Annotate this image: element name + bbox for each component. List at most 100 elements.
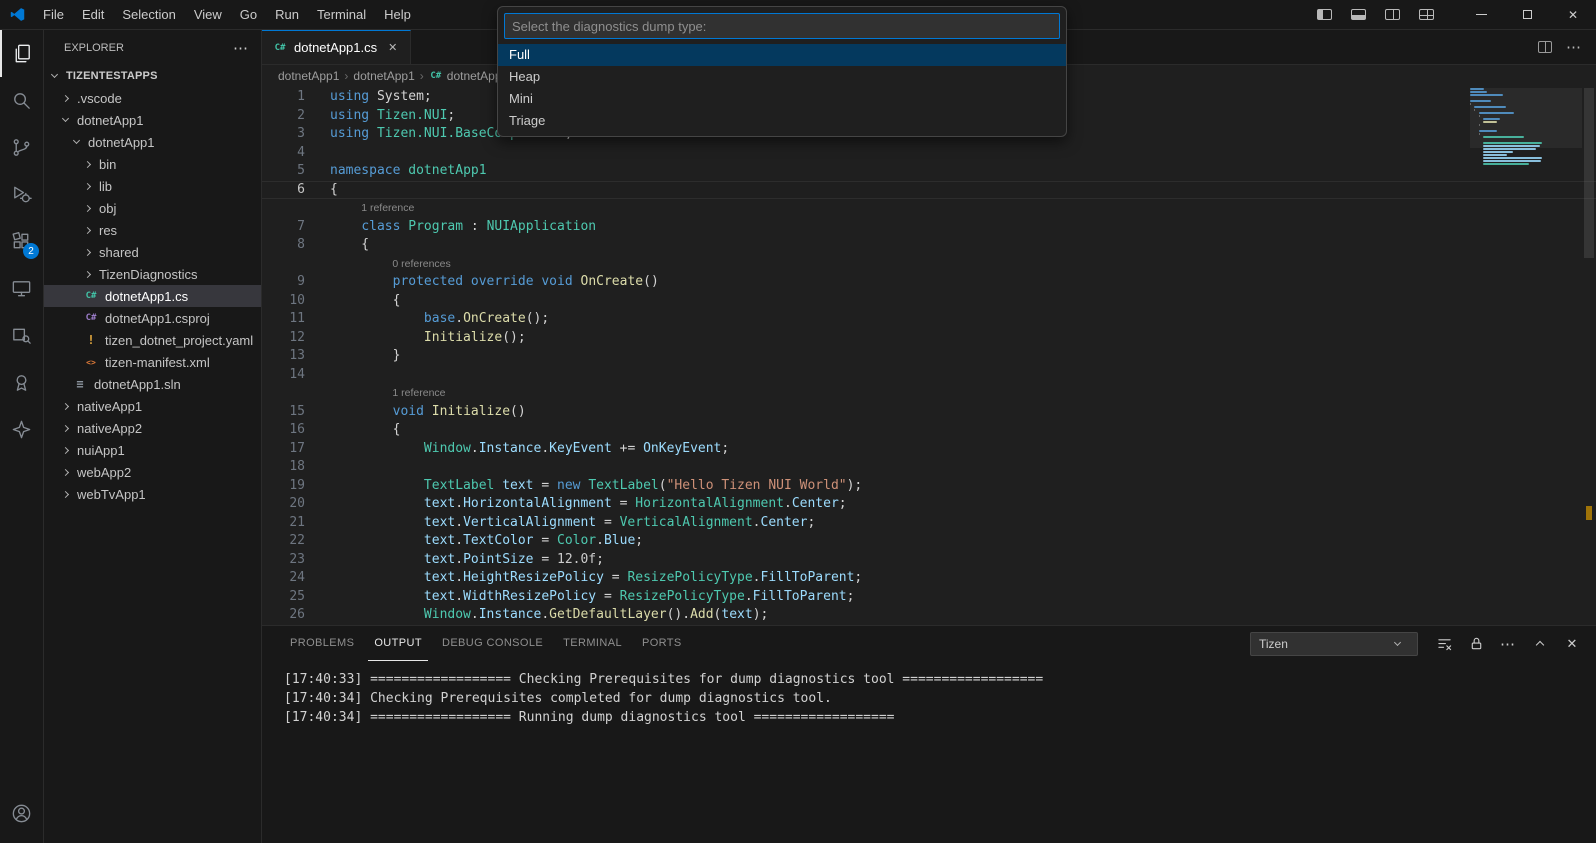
quickpick-item-full[interactable]: Full	[498, 44, 1066, 66]
tree-item-dotnetapp1-sln[interactable]: dotnetApp1.sln	[44, 373, 261, 395]
panel-tab-problems[interactable]: PROBLEMS	[284, 626, 360, 661]
output-channel-select[interactable]: Tizen	[1250, 632, 1418, 656]
menu-item-help[interactable]: Help	[375, 0, 420, 30]
panel-tab-output[interactable]: OUTPUT	[368, 626, 428, 661]
tree-item-label: dotnetApp1.sln	[94, 377, 181, 392]
panel-tab-terminal[interactable]: TERMINAL	[557, 626, 628, 661]
tree-item-bin[interactable]: bin	[44, 153, 261, 175]
toggle-secondary-sidebar-icon[interactable]	[1382, 5, 1402, 25]
explorer-sidebar: EXPLORER ⋯ TIZENTESTAPPS.vscodedotnetApp…	[44, 30, 262, 843]
output-log[interactable]: [17:40:33] ================== Checking P…	[262, 661, 1596, 727]
tree-item-obj[interactable]: obj	[44, 197, 261, 219]
clear-output-button[interactable]	[1434, 634, 1454, 654]
toggle-sidebar-icon[interactable]	[1314, 5, 1334, 25]
chevron-down-icon	[1394, 639, 1401, 646]
tree-item-label: nativeApp2	[77, 421, 142, 436]
lock-autoscroll-button[interactable]	[1466, 634, 1486, 654]
activity-bar: 2	[0, 30, 44, 843]
activity-item-run-debug[interactable]	[0, 171, 43, 218]
breadcrumb-separator-icon: ›	[420, 69, 424, 83]
tree-item-shared[interactable]: shared	[44, 241, 261, 263]
menubar: FileEditSelectionViewGoRunTerminalHelp	[34, 0, 420, 30]
panel-more-actions-icon[interactable]: ⋯	[1498, 634, 1518, 654]
tree-item-tizen-manifest-xml[interactable]: tizen-manifest.xml	[44, 351, 261, 373]
code-editor[interactable]: 1using System;2using Tizen.NUI;3using Ti…	[262, 88, 1596, 625]
tree-item-res[interactable]: res	[44, 219, 261, 241]
tree-item-label: tizen-manifest.xml	[105, 355, 210, 370]
explorer-more-actions-icon[interactable]: ⋯	[233, 39, 249, 57]
tree-item-vscode[interactable]: .vscode	[44, 87, 261, 109]
menu-item-selection[interactable]: Selection	[113, 0, 184, 30]
activity-item-extensions[interactable]: 2	[0, 218, 43, 265]
maximize-panel-button[interactable]	[1530, 634, 1550, 654]
menu-item-view[interactable]: View	[185, 0, 231, 30]
panel-tab-ports[interactable]: PORTS	[636, 626, 688, 661]
scrollbar-thumb[interactable]	[1584, 88, 1594, 258]
close-panel-button[interactable]: ✕	[1562, 634, 1582, 654]
tree-item-nativeapp1[interactable]: nativeApp1	[44, 395, 261, 417]
menu-item-file[interactable]: File	[34, 0, 73, 30]
chevron-right-icon	[84, 160, 91, 167]
tree-item-dotnetapp1[interactable]: dotnetApp1	[44, 131, 261, 153]
quick-pick: FullHeapMiniTriage	[497, 6, 1067, 137]
activity-item-accounts[interactable]	[0, 790, 43, 837]
menu-item-terminal[interactable]: Terminal	[308, 0, 375, 30]
tree-item-webapp2[interactable]: webApp2	[44, 461, 261, 483]
close-button[interactable]: ✕	[1550, 0, 1596, 30]
quickpick-input[interactable]	[504, 13, 1060, 39]
tree-item-label: tizen_dotnet_project.yaml	[105, 333, 253, 348]
activity-item-source-control[interactable]	[0, 124, 43, 171]
activity-item-package-explorer[interactable]	[0, 312, 43, 359]
tree-item-nuiapp1[interactable]: nuiApp1	[44, 439, 261, 461]
panel-actions: Tizen ⋯ ✕	[1250, 632, 1582, 656]
menu-item-edit[interactable]: Edit	[73, 0, 113, 30]
code-line: 4	[262, 144, 1596, 163]
tree-item-tizendiagnostics[interactable]: TizenDiagnostics	[44, 263, 261, 285]
tree-item-dotnetapp1[interactable]: dotnetApp1	[44, 109, 261, 131]
code-line-content	[330, 366, 1596, 385]
csharp-file-icon	[429, 69, 443, 83]
breadcrumb-item[interactable]: dotnetApp1	[278, 69, 339, 83]
tree-item-lib[interactable]: lib	[44, 175, 261, 197]
panel-tab-debug-console[interactable]: DEBUG CONSOLE	[436, 626, 549, 661]
tree-item-dotnetapp1-csproj[interactable]: dotnetApp1.csproj	[44, 307, 261, 329]
tree-item-label: obj	[99, 201, 116, 216]
toggle-panel-icon[interactable]	[1348, 5, 1368, 25]
output-channel-label: Tizen	[1259, 637, 1288, 651]
code-line-content: TextLabel text = new TextLabel("Hello Ti…	[330, 477, 1596, 496]
code-line: 23 text.PointSize = 12.0f;	[262, 551, 1596, 570]
tree-item-nativeapp2[interactable]: nativeApp2	[44, 417, 261, 439]
tab-dotnetapp1-cs[interactable]: dotnetApp1.cs ✕	[262, 30, 411, 64]
quickpick-item-heap[interactable]: Heap	[498, 66, 1066, 88]
maximize-button[interactable]	[1504, 0, 1550, 30]
search-icon	[10, 89, 33, 112]
activity-item-certificate-manager[interactable]	[0, 359, 43, 406]
chevron-right-icon	[62, 424, 69, 431]
menu-item-go[interactable]: Go	[231, 0, 266, 30]
split-editor-icon[interactable]	[1538, 41, 1552, 53]
line-number: 25	[262, 588, 330, 607]
tree-item-tizen-dotnet-project-yaml[interactable]: tizen_dotnet_project.yaml	[44, 329, 261, 351]
quickpick-item-mini[interactable]: Mini	[498, 88, 1066, 110]
activity-item-search[interactable]	[0, 77, 43, 124]
menu-item-run[interactable]: Run	[266, 0, 308, 30]
editor-scrollbar[interactable]	[1582, 88, 1596, 625]
yaml-file-icon	[83, 332, 99, 348]
customize-layout-icon[interactable]	[1416, 5, 1436, 25]
editor-more-actions-icon[interactable]: ⋯	[1566, 38, 1582, 56]
code-line: 5namespace dotnetApp1	[262, 162, 1596, 181]
minimap[interactable]	[1470, 88, 1582, 218]
breadcrumb-item[interactable]: dotnetApp1	[353, 69, 414, 83]
activity-item-tizen[interactable]	[0, 406, 43, 453]
quickpick-item-triage[interactable]: Triage	[498, 110, 1066, 132]
code-line-content: base.OnCreate();	[330, 310, 1596, 329]
activity-item-explorer[interactable]	[0, 30, 43, 77]
tree-item-webtvapp1[interactable]: webTvApp1	[44, 483, 261, 505]
tree-item-dotnetapp1-cs[interactable]: dotnetApp1.cs	[44, 285, 261, 307]
tree-item-tizentestapps[interactable]: TIZENTESTAPPS	[44, 65, 261, 87]
minimize-button[interactable]	[1458, 0, 1504, 30]
tab-close-icon[interactable]: ✕	[385, 39, 400, 56]
code-line-content: text.TextColor = Color.Blue;	[330, 532, 1596, 551]
activity-item-device-manager[interactable]	[0, 265, 43, 312]
chevron-right-icon	[62, 446, 69, 453]
